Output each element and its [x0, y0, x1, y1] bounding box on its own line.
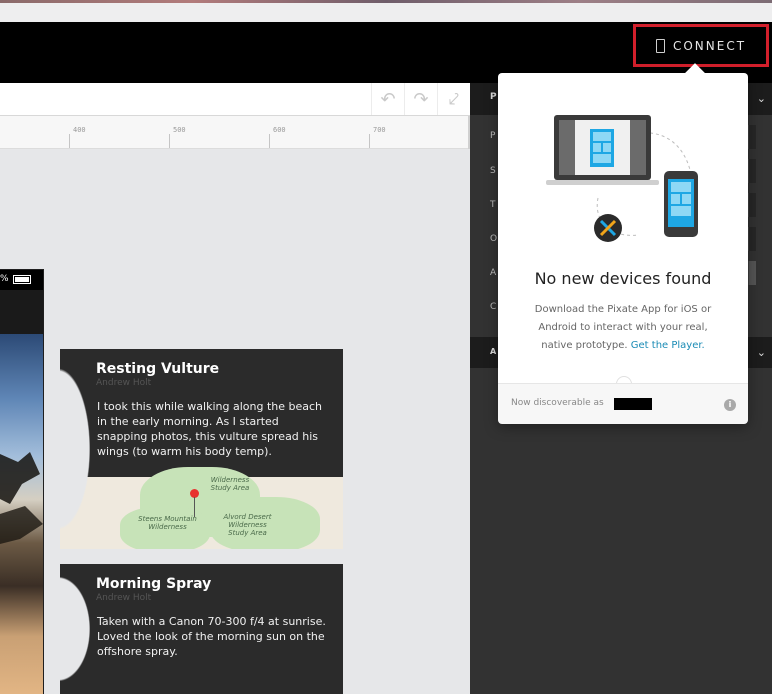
property-label: O — [490, 234, 498, 244]
phone-nav-bar — [0, 290, 43, 334]
section-header-label: A — [490, 347, 497, 356]
ruler-label: 700 — [373, 126, 386, 134]
ruler-tick — [69, 134, 70, 148]
property-label: S — [490, 166, 496, 176]
popover-footer: Now discoverable as i — [498, 383, 748, 424]
card-title: Morning Spray — [96, 576, 212, 592]
phone-icon — [655, 38, 665, 53]
battery-icon — [13, 275, 31, 284]
connect-button[interactable]: CONNECT — [633, 24, 769, 67]
canvas-toolbar: ↶ ↷ ⤦ — [0, 83, 470, 116]
battery-percent: % — [0, 274, 9, 284]
popover-title: No new devices found — [534, 269, 712, 288]
popover-description: Download the Pixate App for iOS or Andro… — [528, 301, 718, 355]
info-icon[interactable]: i — [724, 399, 736, 411]
property-field[interactable] — [748, 125, 756, 149]
property-label: T — [490, 200, 496, 210]
card-author: Andrew Holt — [96, 378, 152, 388]
property-field[interactable] — [748, 261, 756, 285]
connect-label: CONNECT — [672, 38, 747, 53]
property-field[interactable] — [748, 193, 756, 217]
horizontal-ruler: 400 500 600 700 — [0, 116, 470, 149]
phone-status-bar: % — [0, 270, 43, 290]
map-label: Steens Mountain Wilderness — [138, 515, 197, 531]
connect-popover: No new devices found Download the Pixate… — [498, 63, 748, 424]
chevron-down-icon[interactable]: ⌄ — [757, 346, 766, 359]
card-author: Andrew Holt — [96, 593, 152, 603]
device-name-redacted — [614, 398, 652, 410]
pointer-icon[interactable]: ⤦ — [437, 83, 470, 115]
get-player-link[interactable]: Get the Player. — [631, 340, 705, 351]
ruler-tick — [169, 134, 170, 148]
map-label: Wilderness Study Area — [210, 476, 250, 492]
property-label: A — [490, 268, 497, 278]
property-label: C — [490, 302, 497, 312]
discoverable-label: Now discoverable as — [511, 398, 604, 408]
card-map: Wilderness Study Area Steens Mountain Wi… — [60, 467, 343, 549]
top-strip-band — [0, 0, 772, 3]
ruler-label: 400 — [73, 126, 86, 134]
redo-icon[interactable]: ↷ — [404, 83, 437, 115]
card-body: I took this while walking along the beac… — [97, 400, 323, 458]
map-label: Alvord Desert Wilderness Study Area — [223, 513, 272, 537]
property-field[interactable] — [748, 227, 756, 251]
chevron-down-icon[interactable]: ⌄ — [757, 92, 766, 105]
undo-icon[interactable]: ↶ — [371, 83, 404, 115]
ruler-tick — [269, 134, 270, 148]
properties-header-label: P — [490, 92, 497, 102]
card-title: Resting Vulture — [96, 361, 220, 377]
top-browser-strip — [0, 0, 772, 22]
devices-illustration — [546, 115, 698, 242]
card-body: Taken with a Canon 70-300 f/4 at sunrise… — [97, 615, 326, 658]
photo-card[interactable]: Morning Spray Andrew Holt Taken with a C… — [60, 564, 343, 694]
property-label: P — [490, 131, 496, 141]
ruler-tick — [369, 134, 370, 148]
card-curve — [60, 349, 98, 549]
photo-card[interactable]: Resting Vulture Andrew Holt I took this … — [60, 349, 343, 549]
tree-silhouette — [0, 452, 43, 544]
card-curve — [60, 564, 98, 694]
map-pin-stem — [194, 497, 195, 517]
phone-photo — [0, 334, 43, 694]
ruler-label: 600 — [273, 126, 286, 134]
property-field[interactable] — [748, 159, 756, 183]
ruler-label: 500 — [173, 126, 186, 134]
